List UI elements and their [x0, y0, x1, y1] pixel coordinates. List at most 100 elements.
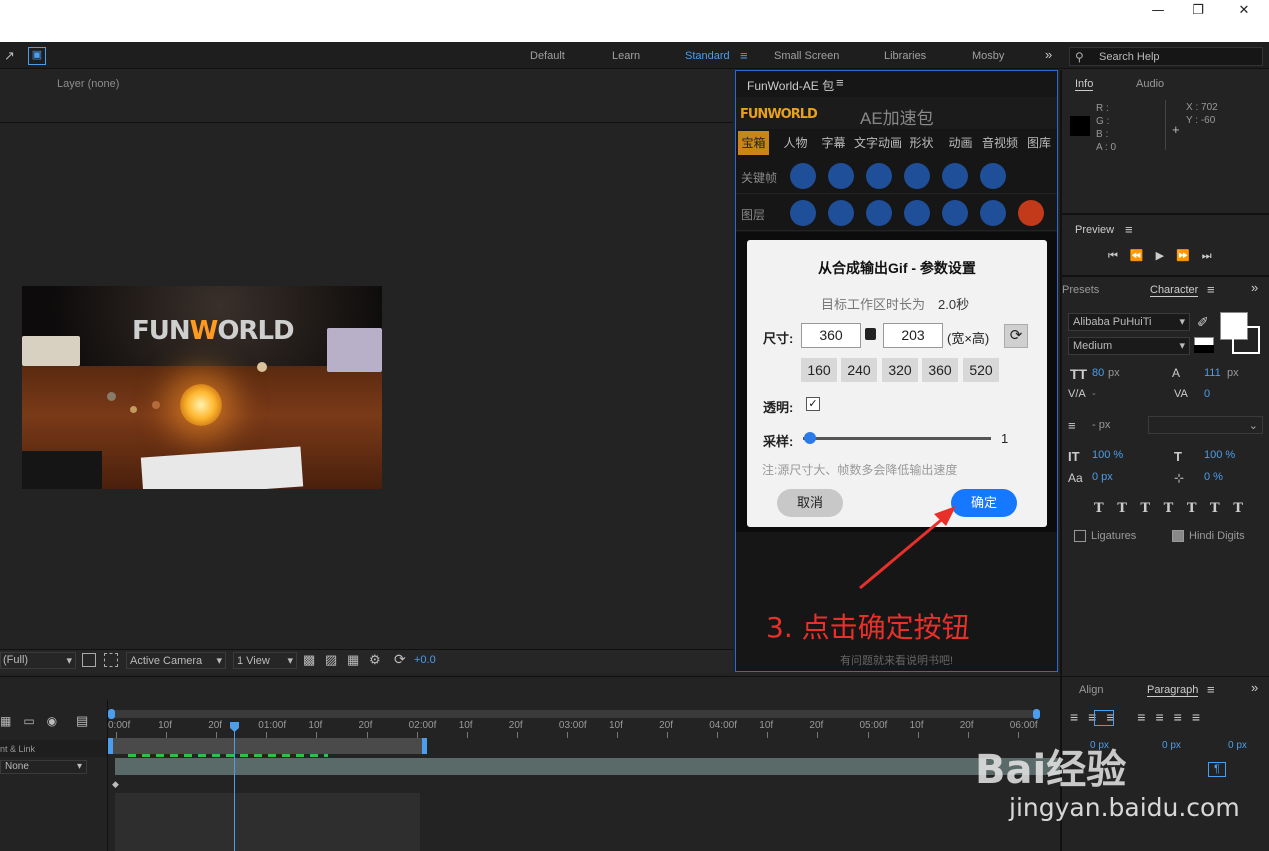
pixel-aspect-icon[interactable]: ▩ — [303, 652, 315, 668]
kerning-value[interactable]: - — [1092, 388, 1096, 400]
tab-animation[interactable]: 动画 — [945, 131, 976, 155]
height-input[interactable]: 203 — [883, 323, 943, 348]
ligatures-checkbox[interactable] — [1074, 530, 1086, 542]
workspace-default[interactable]: Default — [530, 50, 565, 62]
camera-select[interactable]: Active Camera ▾ — [126, 652, 226, 669]
tab-text-animation[interactable]: 文字动画 — [852, 131, 904, 155]
playback-controls[interactable]: ⏮⏪▶⏩⏭ — [1108, 249, 1224, 263]
tab-align[interactable]: Align — [1079, 684, 1103, 696]
tool-icon[interactable] — [828, 163, 854, 189]
tab-audio[interactable]: Audio — [1136, 78, 1164, 90]
region-of-interest-icon[interactable] — [82, 653, 96, 667]
keyframe-icon[interactable]: ◆ — [112, 779, 119, 790]
resolution-select[interactable]: (Full) ▾ — [0, 652, 76, 669]
playhead-line[interactable] — [234, 722, 235, 851]
more-panels-icon[interactable]: » — [1251, 680, 1258, 695]
preset-240-button[interactable]: 240 — [841, 358, 877, 382]
text-style-buttons[interactable]: TTTTTTT — [1094, 501, 1257, 516]
font-style-select[interactable]: Medium ▾ — [1068, 337, 1190, 355]
tool-icon[interactable] — [828, 200, 854, 226]
tab-shapes[interactable]: 形状 — [906, 131, 937, 155]
work-area-scroll[interactable] — [111, 710, 1037, 718]
snap-icon[interactable]: ▣ — [28, 47, 46, 65]
indent-first-value[interactable]: 0 px — [1228, 740, 1247, 751]
tracking-value[interactable]: 0 — [1204, 388, 1210, 400]
horizontal-scale-value[interactable]: 100 % — [1204, 449, 1235, 461]
plugin-footer[interactable]: 有问题就来看说明书吧! — [736, 652, 1057, 668]
workspace-standard[interactable]: Standard — [685, 50, 730, 62]
workspace-mosby[interactable]: Mosby — [972, 50, 1004, 62]
layer-bar[interactable] — [115, 758, 1060, 775]
tool-icon[interactable] — [904, 200, 930, 226]
stroke-width-value[interactable]: - px — [1092, 419, 1110, 431]
black-swatch[interactable] — [1194, 345, 1214, 353]
preset-360-button[interactable]: 360 — [922, 358, 958, 382]
work-area-bar[interactable] — [111, 738, 426, 754]
more-workspaces-icon[interactable]: » — [1045, 47, 1052, 62]
view-layout-select[interactable]: 1 View ▾ — [233, 652, 297, 669]
workspace-small-screen[interactable]: Small Screen — [774, 50, 839, 62]
reset-size-icon[interactable]: ⟳ — [1004, 324, 1028, 348]
work-area-end[interactable] — [422, 738, 427, 754]
font-family-select[interactable]: Alibaba PuHuiTi ▾ — [1068, 313, 1190, 331]
timeline-icon[interactable]: ▦ — [347, 652, 359, 668]
exposure-reset-icon[interactable]: ⟳ — [394, 651, 406, 668]
preset-520-button[interactable]: 520 — [963, 358, 999, 382]
baseline-shift-value[interactable]: 0 px — [1092, 471, 1113, 483]
search-input[interactable]: Search Help — [1099, 51, 1160, 63]
panel-menu-icon[interactable]: ≡ — [1125, 222, 1133, 237]
ltr-direction-icon[interactable]: ¶ — [1208, 762, 1226, 777]
tool-icon[interactable] — [942, 200, 968, 226]
workspace-learn[interactable]: Learn — [612, 50, 640, 62]
timeline-switch-icons[interactable]: ▦▭◉ — [0, 714, 69, 728]
stroke-style-select[interactable]: ⌄ — [1148, 416, 1263, 434]
tab-subtitles[interactable]: 字幕 — [818, 131, 849, 155]
panel-menu-icon[interactable]: ≡ — [836, 75, 844, 90]
preset-320-button[interactable]: 320 — [882, 358, 918, 382]
alignment-buttons[interactable]: ≡≡≡ ≡≡≡≡ — [1070, 709, 1210, 725]
work-area-start[interactable] — [108, 738, 113, 754]
tab-info[interactable]: Info — [1075, 78, 1094, 91]
panel-menu-icon[interactable]: ≡ — [1207, 282, 1215, 297]
flowchart-icon[interactable]: ⚙ — [369, 652, 381, 668]
tab-effects-presets[interactable]: Presets — [1062, 284, 1099, 296]
tsume-value[interactable]: 0 % — [1204, 471, 1223, 483]
tool-icon[interactable] — [980, 163, 1006, 189]
workspace-menu-icon[interactable]: ≡ — [740, 48, 748, 63]
cancel-button[interactable]: 取消 — [777, 489, 843, 517]
transparent-checkbox[interactable]: ✓ — [806, 397, 820, 411]
panel-menu-icon[interactable]: ≡ — [1207, 682, 1215, 697]
sample-slider-track[interactable] — [803, 437, 991, 440]
tool-icon[interactable] — [904, 163, 930, 189]
transparency-grid-icon[interactable] — [104, 653, 118, 667]
tool-icon[interactable] — [790, 163, 816, 189]
tab-treasure[interactable]: 宝箱 — [738, 131, 769, 155]
workspace-libraries[interactable]: Libraries — [884, 50, 926, 62]
eyedropper-icon[interactable]: ✐ — [1197, 314, 1209, 331]
tab-audio-video[interactable]: 音视频 — [980, 131, 1020, 155]
scroll-handle-left[interactable] — [108, 709, 115, 719]
hindi-digits-checkbox[interactable] — [1172, 530, 1184, 542]
parent-select[interactable]: None ▾ — [0, 760, 87, 774]
tool-icon[interactable] — [866, 163, 892, 189]
indent-right-value[interactable]: 0 px — [1162, 740, 1181, 751]
tab-people[interactable]: 人物 — [780, 131, 811, 155]
vertical-scale-value[interactable]: 100 % — [1092, 449, 1123, 461]
fast-preview-icon[interactable]: ▨ — [325, 652, 337, 668]
graph-editor-icon[interactable]: ▤ — [76, 713, 88, 729]
tool-icon[interactable] — [942, 163, 968, 189]
composition-preview-image[interactable]: FUNWORLD — [22, 286, 382, 489]
restore-icon[interactable]: ❐ — [1175, 0, 1221, 24]
search-help[interactable]: ⚲ Search Help — [1069, 47, 1263, 66]
tab-paragraph[interactable]: Paragraph — [1147, 684, 1199, 697]
scissors-icon[interactable] — [1018, 200, 1044, 226]
tab-gallery[interactable]: 图库 — [1022, 131, 1056, 155]
width-input[interactable]: 360 — [801, 323, 861, 348]
scroll-handle-right[interactable] — [1033, 709, 1040, 719]
font-size-value[interactable]: 80 — [1092, 367, 1104, 379]
align-center-selected[interactable] — [1094, 710, 1114, 726]
tool-icon[interactable] — [980, 200, 1006, 226]
exposure-value[interactable]: +0.0 — [414, 654, 436, 666]
stroke-color-swatch[interactable] — [1232, 326, 1260, 354]
leading-value[interactable]: 111 — [1204, 367, 1221, 379]
